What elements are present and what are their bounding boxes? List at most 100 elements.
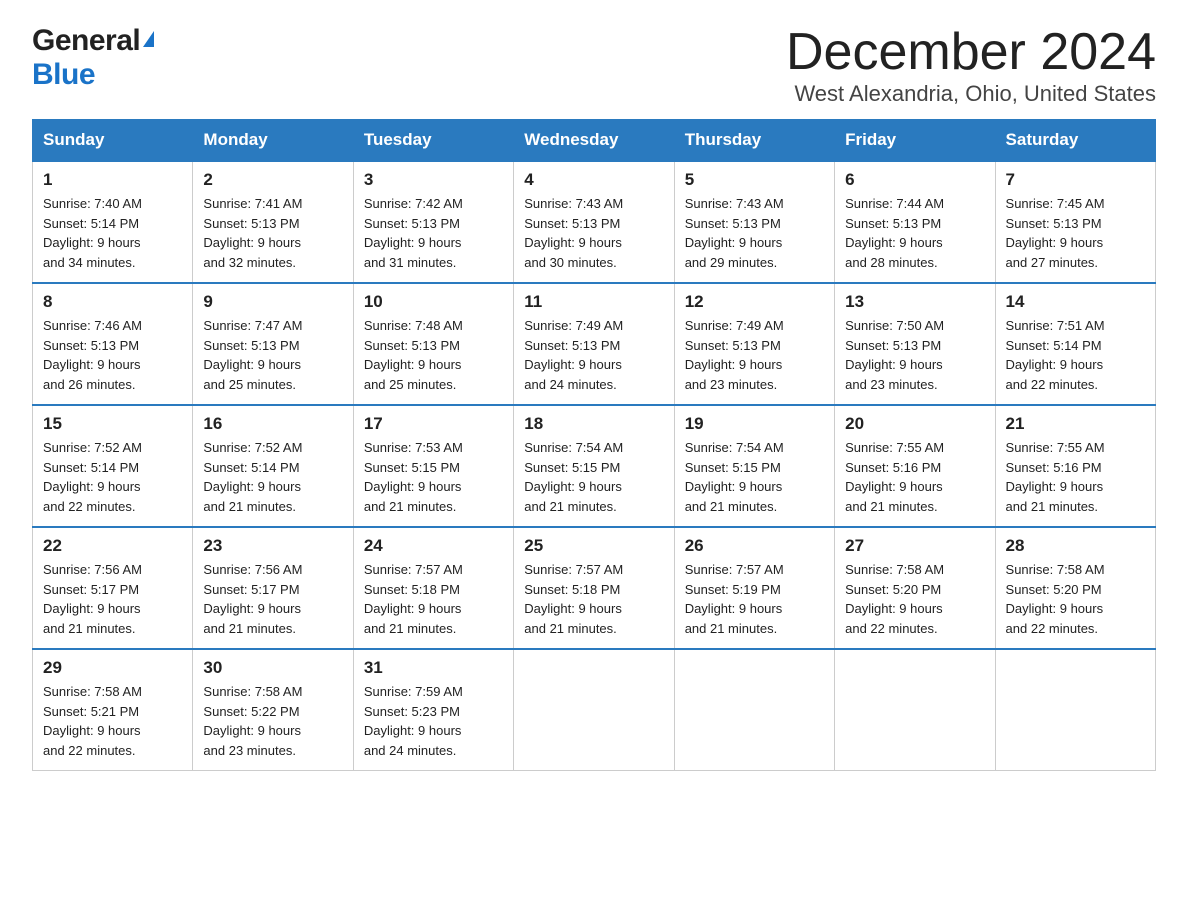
calendar-week-row: 22 Sunrise: 7:56 AMSunset: 5:17 PMDayligh… <box>33 527 1156 649</box>
day-number: 6 <box>845 170 984 190</box>
calendar-cell: 4Sunrise: 7:43 AMSunset: 5:13 PMDaylight… <box>514 161 674 283</box>
day-number: 1 <box>43 170 182 190</box>
day-info: Sunrise: 7:41 AMSunset: 5:13 PMDaylight:… <box>203 196 302 270</box>
location-subtitle: West Alexandria, Ohio, United States <box>786 81 1156 107</box>
day-number: 3 <box>364 170 503 190</box>
day-number: 22 <box>43 536 182 556</box>
calendar-cell: 11 Sunrise: 7:49 AMSunset: 5:13 PMDayligh… <box>514 283 674 405</box>
logo: General Blue <box>32 24 154 92</box>
calendar-week-row: 1 Sunrise: 7:40 AMSunset: 5:14 PMDaylight… <box>33 161 1156 283</box>
calendar-cell: 23 Sunrise: 7:56 AMSunset: 5:17 PMDayligh… <box>193 527 353 649</box>
calendar-week-row: 8 Sunrise: 7:46 AMSunset: 5:13 PMDaylight… <box>33 283 1156 405</box>
day-number: 24 <box>364 536 503 556</box>
logo-blue-text: Blue <box>32 58 95 91</box>
calendar-cell: 9 Sunrise: 7:47 AMSunset: 5:13 PMDaylight… <box>193 283 353 405</box>
day-number: 19 <box>685 414 824 434</box>
calendar-header-row: SundayMondayTuesdayWednesdayThursdayFrid… <box>33 120 1156 162</box>
day-info: Sunrise: 7:49 AMSunset: 5:13 PMDaylight:… <box>685 318 784 392</box>
day-info: Sunrise: 7:56 AMSunset: 5:17 PMDaylight:… <box>203 562 302 636</box>
day-number: 27 <box>845 536 984 556</box>
calendar-cell <box>995 649 1155 771</box>
calendar-cell <box>514 649 674 771</box>
calendar-cell: 16 Sunrise: 7:52 AMSunset: 5:14 PMDayligh… <box>193 405 353 527</box>
day-info: Sunrise: 7:56 AMSunset: 5:17 PMDaylight:… <box>43 562 142 636</box>
day-info: Sunrise: 7:57 AMSunset: 5:19 PMDaylight:… <box>685 562 784 636</box>
day-info: Sunrise: 7:51 AMSunset: 5:14 PMDaylight:… <box>1006 318 1105 392</box>
calendar-cell: 29Sunrise: 7:58 AMSunset: 5:21 PMDayligh… <box>33 649 193 771</box>
day-info: Sunrise: 7:54 AMSunset: 5:15 PMDaylight:… <box>685 440 784 514</box>
day-info: Sunrise: 7:49 AMSunset: 5:13 PMDaylight:… <box>524 318 623 392</box>
title-area: December 2024 West Alexandria, Ohio, Uni… <box>786 24 1156 107</box>
day-info: Sunrise: 7:52 AMSunset: 5:14 PMDaylight:… <box>43 440 142 514</box>
day-info: Sunrise: 7:55 AMSunset: 5:16 PMDaylight:… <box>845 440 944 514</box>
day-number: 5 <box>685 170 824 190</box>
calendar-cell: 25Sunrise: 7:57 AMSunset: 5:18 PMDayligh… <box>514 527 674 649</box>
calendar-table: SundayMondayTuesdayWednesdayThursdayFrid… <box>32 119 1156 771</box>
month-title: December 2024 <box>786 24 1156 81</box>
calendar-cell: 31 Sunrise: 7:59 AMSunset: 5:23 PMDayligh… <box>353 649 513 771</box>
calendar-cell: 6 Sunrise: 7:44 AMSunset: 5:13 PMDaylight… <box>835 161 995 283</box>
day-number: 2 <box>203 170 342 190</box>
day-info: Sunrise: 7:42 AMSunset: 5:13 PMDaylight:… <box>364 196 463 270</box>
day-info: Sunrise: 7:55 AMSunset: 5:16 PMDaylight:… <box>1006 440 1105 514</box>
day-info: Sunrise: 7:45 AMSunset: 5:13 PMDaylight:… <box>1006 196 1105 270</box>
calendar-cell: 18 Sunrise: 7:54 AMSunset: 5:15 PMDayligh… <box>514 405 674 527</box>
day-number: 8 <box>43 292 182 312</box>
day-info: Sunrise: 7:47 AMSunset: 5:13 PMDaylight:… <box>203 318 302 392</box>
day-number: 16 <box>203 414 342 434</box>
day-info: Sunrise: 7:53 AMSunset: 5:15 PMDaylight:… <box>364 440 463 514</box>
calendar-cell: 21Sunrise: 7:55 AMSunset: 5:16 PMDayligh… <box>995 405 1155 527</box>
day-number: 4 <box>524 170 663 190</box>
day-info: Sunrise: 7:54 AMSunset: 5:15 PMDaylight:… <box>524 440 623 514</box>
logo-triangle-icon <box>143 31 154 47</box>
header-thursday: Thursday <box>674 120 834 162</box>
day-info: Sunrise: 7:40 AMSunset: 5:14 PMDaylight:… <box>43 196 142 270</box>
calendar-cell: 22 Sunrise: 7:56 AMSunset: 5:17 PMDayligh… <box>33 527 193 649</box>
day-number: 13 <box>845 292 984 312</box>
day-number: 17 <box>364 414 503 434</box>
day-number: 26 <box>685 536 824 556</box>
calendar-cell: 2 Sunrise: 7:41 AMSunset: 5:13 PMDaylight… <box>193 161 353 283</box>
calendar-cell: 26 Sunrise: 7:57 AMSunset: 5:19 PMDayligh… <box>674 527 834 649</box>
day-info: Sunrise: 7:48 AMSunset: 5:13 PMDaylight:… <box>364 318 463 392</box>
day-number: 30 <box>203 658 342 678</box>
calendar-cell: 20Sunrise: 7:55 AMSunset: 5:16 PMDayligh… <box>835 405 995 527</box>
calendar-cell: 24 Sunrise: 7:57 AMSunset: 5:18 PMDayligh… <box>353 527 513 649</box>
calendar-cell: 27 Sunrise: 7:58 AMSunset: 5:20 PMDayligh… <box>835 527 995 649</box>
day-info: Sunrise: 7:57 AMSunset: 5:18 PMDaylight:… <box>524 562 623 636</box>
page-header: General Blue December 2024 West Alexandr… <box>32 24 1156 107</box>
day-number: 14 <box>1006 292 1145 312</box>
day-info: Sunrise: 7:58 AMSunset: 5:20 PMDaylight:… <box>1006 562 1105 636</box>
day-number: 18 <box>524 414 663 434</box>
calendar-cell: 5 Sunrise: 7:43 AMSunset: 5:13 PMDaylight… <box>674 161 834 283</box>
day-info: Sunrise: 7:50 AMSunset: 5:13 PMDaylight:… <box>845 318 944 392</box>
day-number: 11 <box>524 292 663 312</box>
day-info: Sunrise: 7:46 AMSunset: 5:13 PMDaylight:… <box>43 318 142 392</box>
day-number: 23 <box>203 536 342 556</box>
day-info: Sunrise: 7:59 AMSunset: 5:23 PMDaylight:… <box>364 684 463 758</box>
logo-general-text: General <box>32 24 140 58</box>
calendar-cell: 17 Sunrise: 7:53 AMSunset: 5:15 PMDayligh… <box>353 405 513 527</box>
day-number: 28 <box>1006 536 1145 556</box>
calendar-week-row: 29Sunrise: 7:58 AMSunset: 5:21 PMDayligh… <box>33 649 1156 771</box>
day-info: Sunrise: 7:58 AMSunset: 5:21 PMDaylight:… <box>43 684 142 758</box>
calendar-cell: 12Sunrise: 7:49 AMSunset: 5:13 PMDayligh… <box>674 283 834 405</box>
header-friday: Friday <box>835 120 995 162</box>
calendar-cell: 1 Sunrise: 7:40 AMSunset: 5:14 PMDaylight… <box>33 161 193 283</box>
header-wednesday: Wednesday <box>514 120 674 162</box>
header-tuesday: Tuesday <box>353 120 513 162</box>
calendar-cell: 3 Sunrise: 7:42 AMSunset: 5:13 PMDaylight… <box>353 161 513 283</box>
calendar-cell: 19 Sunrise: 7:54 AMSunset: 5:15 PMDayligh… <box>674 405 834 527</box>
header-saturday: Saturday <box>995 120 1155 162</box>
day-number: 31 <box>364 658 503 678</box>
day-info: Sunrise: 7:57 AMSunset: 5:18 PMDaylight:… <box>364 562 463 636</box>
calendar-cell <box>835 649 995 771</box>
day-number: 9 <box>203 292 342 312</box>
day-number: 10 <box>364 292 503 312</box>
day-info: Sunrise: 7:58 AMSunset: 5:20 PMDaylight:… <box>845 562 944 636</box>
day-info: Sunrise: 7:52 AMSunset: 5:14 PMDaylight:… <box>203 440 302 514</box>
day-info: Sunrise: 7:44 AMSunset: 5:13 PMDaylight:… <box>845 196 944 270</box>
calendar-week-row: 15Sunrise: 7:52 AMSunset: 5:14 PMDayligh… <box>33 405 1156 527</box>
day-info: Sunrise: 7:43 AMSunset: 5:13 PMDaylight:… <box>685 196 784 270</box>
day-number: 7 <box>1006 170 1145 190</box>
